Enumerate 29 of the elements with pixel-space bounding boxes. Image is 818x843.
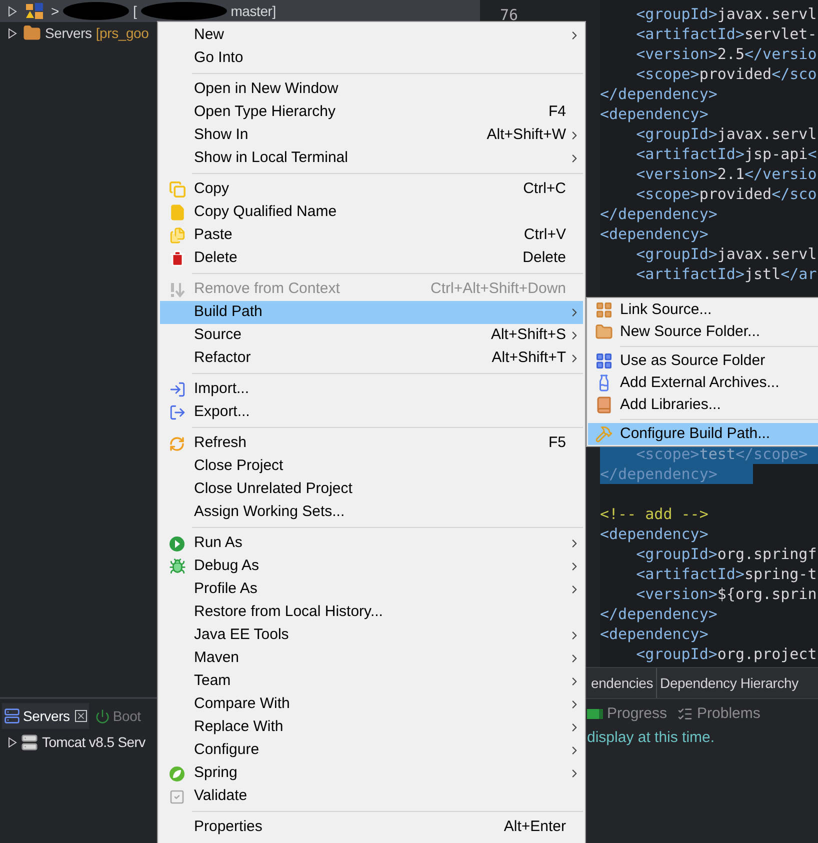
code-line: <groupId>javax.servl: [635, 124, 818, 144]
code-line: <!-- add -->: [600, 504, 710, 524]
code-line: <dependency>: [600, 624, 710, 644]
tree-detail: [prs_goo: [96, 24, 149, 43]
code-line: </dependency>: [600, 204, 718, 224]
code-line: <dependency>: [600, 224, 710, 244]
code-line: <artifactId>servlet-: [635, 24, 818, 44]
code-line: <groupId>org.project: [635, 644, 818, 664]
prefix-text: >: [51, 2, 59, 20]
code-line: <version>2.1</versio: [635, 164, 818, 184]
code-line: <groupId>org.springf: [635, 544, 818, 564]
code-line: <version>2.5</versio: [635, 44, 818, 64]
code-line: <dependency>: [600, 104, 710, 124]
line-number: 76: [500, 6, 518, 24]
code-line: <groupId>javax.servl: [635, 244, 818, 264]
branch-text: master]: [230, 2, 276, 21]
tree-label: Servers: [45, 24, 92, 42]
code-line: <artifactId>jstl</ar: [635, 264, 818, 284]
code-line: </dependency>: [600, 84, 718, 104]
code-line: <version>${org.sprin: [635, 584, 818, 604]
code-line: </dependency>: [600, 604, 718, 624]
code-line: <artifactId>jsp-api<: [635, 144, 818, 164]
code-line: <scope>provided</sco: [635, 64, 818, 84]
code-line: <scope>provided</sco: [635, 184, 818, 204]
code-line: <artifactId>spring-t: [635, 564, 818, 584]
code-line: <groupId>javax.servl: [635, 4, 818, 24]
code-line: <dependency>: [600, 524, 710, 544]
bracket-text: [: [132, 2, 137, 21]
status-message: display at this time.: [587, 729, 715, 746]
